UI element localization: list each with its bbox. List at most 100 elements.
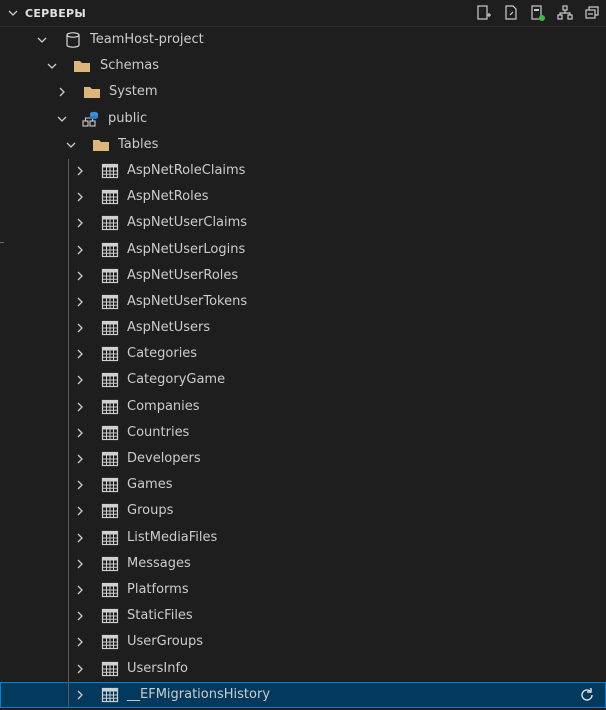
tree-item-server[interactable]: TeamHost-project xyxy=(0,27,606,53)
chevron-right-icon[interactable] xyxy=(74,479,86,491)
tree-item-public[interactable]: public xyxy=(0,106,606,132)
table-row[interactable]: AspNetRoleClaims xyxy=(0,158,606,184)
table-icon xyxy=(101,319,119,337)
chevron-down-icon[interactable] xyxy=(7,7,19,19)
table-row[interactable]: AspNetUserTokens xyxy=(0,289,606,315)
database-icon xyxy=(64,31,82,49)
table-label: ListMediaFiles xyxy=(127,529,218,545)
table-label: Countries xyxy=(127,424,190,440)
table-row[interactable]: Platforms xyxy=(0,577,606,603)
panel-title: СЕРВЕРЫ xyxy=(25,6,87,20)
chevron-right-icon[interactable] xyxy=(74,322,86,334)
tree-item-tables[interactable]: Tables xyxy=(0,132,606,158)
table-row[interactable]: ListMediaFiles xyxy=(0,525,606,551)
chevron-down-icon[interactable] xyxy=(46,60,58,72)
tables-label: Tables xyxy=(118,136,159,152)
table-icon xyxy=(101,450,119,468)
folder-icon xyxy=(83,83,101,101)
chevron-right-icon[interactable] xyxy=(74,610,86,622)
table-row[interactable]: CategoryGame xyxy=(0,367,606,393)
table-row[interactable]: UsersInfo xyxy=(0,656,606,682)
server-label: TeamHost-project xyxy=(90,32,204,47)
table-label: AspNetUserLogins xyxy=(127,241,246,257)
chevron-right-icon[interactable] xyxy=(74,217,86,229)
table-icon xyxy=(101,686,119,704)
table-label: Platforms xyxy=(127,581,189,597)
table-row[interactable]: StaticFiles xyxy=(0,603,606,629)
chevron-right-icon[interactable] xyxy=(74,401,86,413)
chevron-right-icon[interactable] xyxy=(74,244,86,256)
table-row[interactable]: AspNetUserRoles xyxy=(0,263,606,289)
chevron-right-icon[interactable] xyxy=(74,505,86,517)
table-row[interactable]: AspNetUserClaims xyxy=(0,210,606,236)
schemas-label: Schemas xyxy=(100,58,160,74)
table-icon xyxy=(101,529,119,547)
table-row[interactable]: Groups xyxy=(0,498,606,524)
table-icon xyxy=(101,581,119,599)
new-connection-icon[interactable] xyxy=(474,3,494,23)
folder-icon xyxy=(92,136,110,154)
servers-panel: СЕРВЕРЫ TeamHost-project Schemas System … xyxy=(0,0,606,710)
system-label: System xyxy=(109,84,158,100)
chevron-right-icon[interactable] xyxy=(74,427,86,439)
chevron-right-icon[interactable] xyxy=(74,584,86,596)
table-label: Games xyxy=(127,477,173,493)
table-icon xyxy=(101,633,119,651)
tree-item-schemas[interactable]: Schemas xyxy=(0,53,606,79)
collapse-all-icon[interactable] xyxy=(582,3,602,23)
chevron-down-icon[interactable] xyxy=(65,139,77,151)
table-label: UserGroups xyxy=(127,634,203,650)
table-row[interactable]: UserGroups xyxy=(0,629,606,655)
table-icon xyxy=(101,345,119,363)
chevron-right-icon[interactable] xyxy=(74,191,86,203)
table-row[interactable]: Developers xyxy=(0,446,606,472)
chevron-down-icon[interactable] xyxy=(36,34,48,46)
table-row[interactable]: Companies xyxy=(0,394,606,420)
table-row[interactable]: AspNetRoles xyxy=(0,184,606,210)
chevron-right-icon[interactable] xyxy=(74,532,86,544)
chevron-right-icon[interactable] xyxy=(74,636,86,648)
active-connections-icon[interactable] xyxy=(528,3,548,23)
table-row[interactable]: AspNetUsers xyxy=(0,315,606,341)
chevron-right-icon[interactable] xyxy=(74,689,86,701)
chevron-right-icon[interactable] xyxy=(74,270,86,282)
indent-guide xyxy=(68,159,69,707)
table-row[interactable]: Messages xyxy=(0,551,606,577)
chevron-right-icon[interactable] xyxy=(74,348,86,360)
table-icon xyxy=(101,371,119,389)
chevron-right-icon[interactable] xyxy=(74,663,86,675)
chevron-right-icon[interactable] xyxy=(56,86,68,98)
chevron-right-icon[interactable] xyxy=(74,558,86,570)
table-label: AspNetUserTokens xyxy=(127,293,248,309)
table-label: AspNetRoleClaims xyxy=(127,162,246,178)
table-label: CategoryGame xyxy=(127,372,226,388)
table-icon xyxy=(101,214,119,232)
chevron-right-icon[interactable] xyxy=(74,453,86,465)
table-row-selected[interactable]: __EFMigrationsHistory xyxy=(0,681,606,708)
chevron-right-icon[interactable] xyxy=(74,165,86,177)
tree-item-system[interactable]: System xyxy=(0,79,606,105)
server-groups-icon[interactable] xyxy=(555,3,575,23)
table-icon xyxy=(101,555,119,573)
servers-panel-header[interactable]: СЕРВЕРЫ xyxy=(0,0,606,27)
table-icon xyxy=(101,398,119,416)
new-query-icon[interactable] xyxy=(501,3,521,23)
chevron-right-icon[interactable] xyxy=(74,374,86,386)
table-row[interactable]: Games xyxy=(0,472,606,498)
table-icon xyxy=(101,162,119,180)
table-label: UsersInfo xyxy=(127,660,189,676)
public-label: public xyxy=(108,110,148,126)
chevron-down-icon[interactable] xyxy=(56,113,68,125)
table-label: Categories xyxy=(127,346,198,362)
table-label: AspNetUserRoles xyxy=(127,267,239,283)
refresh-icon[interactable] xyxy=(578,686,596,704)
table-label: Companies xyxy=(127,398,200,414)
table-label: Groups xyxy=(127,503,174,519)
table-icon xyxy=(101,607,119,625)
table-row[interactable]: Categories xyxy=(0,341,606,367)
chevron-right-icon[interactable] xyxy=(74,296,86,308)
servers-tree: TeamHost-project Schemas System public T… xyxy=(0,27,606,708)
table-row[interactable]: Countries xyxy=(0,420,606,446)
table-row[interactable]: AspNetUserLogins xyxy=(0,237,606,263)
table-label: Messages xyxy=(127,555,191,571)
